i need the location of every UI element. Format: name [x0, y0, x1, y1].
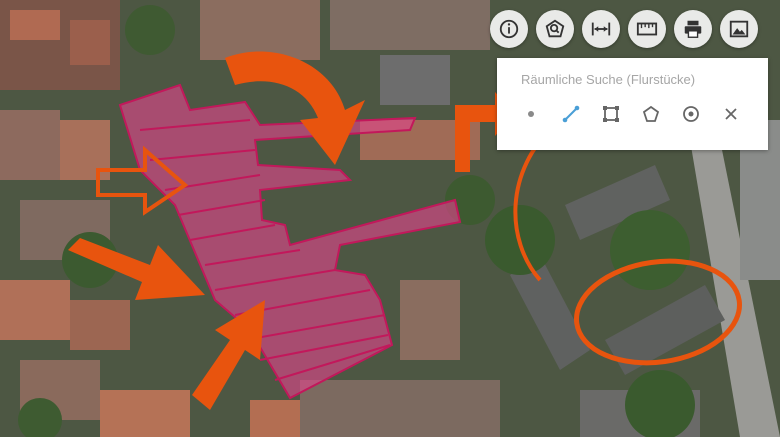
spatial-search-panel: Räumliche Suche (Flurstücke)	[497, 58, 768, 150]
measure-distance-button[interactable]	[582, 10, 620, 48]
rectangle-icon	[603, 106, 619, 122]
close-button[interactable]	[721, 104, 741, 124]
print-button[interactable]	[674, 10, 712, 48]
circle-tool-button[interactable]	[681, 104, 701, 124]
search-location-button[interactable]	[536, 10, 574, 48]
ruler-icon	[636, 22, 658, 36]
circle-icon	[683, 106, 699, 122]
info-icon	[499, 19, 519, 39]
image-icon	[729, 20, 749, 38]
polygon-icon	[642, 105, 660, 122]
polygon-tool-button[interactable]	[641, 104, 661, 124]
point-tool-button[interactable]	[521, 104, 541, 124]
line-icon	[562, 105, 580, 123]
map-toolbar	[490, 10, 758, 48]
measure-distance-icon	[591, 22, 611, 36]
rectangle-tool-button[interactable]	[601, 104, 621, 124]
spatial-search-title: Räumliche Suche (Flurstücke)	[521, 72, 696, 87]
ruler-button[interactable]	[628, 10, 666, 48]
line-tool-button[interactable]	[561, 104, 581, 124]
search-location-icon	[545, 19, 565, 38]
point-icon	[528, 111, 534, 117]
info-button[interactable]	[490, 10, 528, 48]
image-button[interactable]	[720, 10, 758, 48]
spatial-search-tools	[521, 104, 741, 124]
print-icon	[684, 20, 702, 38]
close-icon	[725, 108, 737, 120]
